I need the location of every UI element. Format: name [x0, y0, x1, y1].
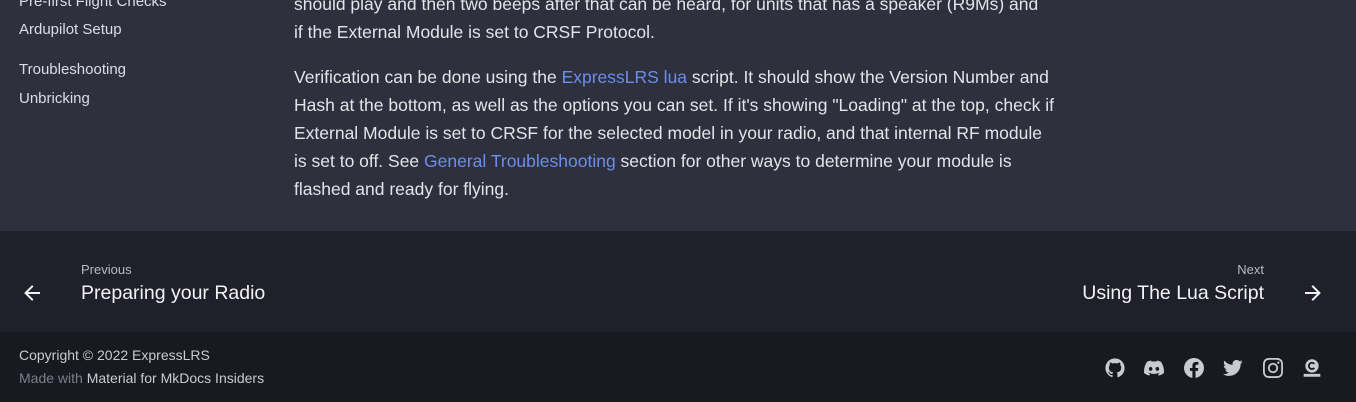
main-content-area: Pre-first Flight Checks Ardupilot Setup …: [0, 0, 1356, 231]
previous-label: Previous: [81, 262, 132, 277]
expresslrs-lua-link[interactable]: ExpressLRS lua: [562, 67, 687, 87]
github-icon[interactable]: [1105, 358, 1125, 378]
twitter-icon[interactable]: [1223, 358, 1243, 378]
paragraph: Verification can be done using the Expre…: [294, 63, 1054, 203]
mkdocs-material-link[interactable]: Material for MkDocs Insiders: [87, 370, 264, 386]
discord-icon[interactable]: [1144, 358, 1164, 378]
facebook-icon[interactable]: [1184, 358, 1204, 378]
previous-title: Preparing your Radio: [81, 282, 266, 304]
made-with-prefix: Made with: [19, 370, 87, 386]
instagram-icon[interactable]: [1263, 358, 1283, 378]
arrow-right-icon: [1305, 285, 1321, 301]
next-label: Next: [1237, 262, 1264, 277]
arrow-left-icon: [24, 285, 40, 301]
paragraph-text: if the External Module is set to CRSF Pr…: [294, 22, 655, 42]
made-with-text: Made with Material for MkDocs Insiders: [19, 370, 264, 386]
sidebar-item-pre-first-flight-checks[interactable]: Pre-first Flight Checks: [19, 0, 167, 10]
paragraph: should play and then two beeps after tha…: [294, 0, 1038, 46]
general-troubleshooting-link[interactable]: General Troubleshooting: [424, 151, 616, 171]
paragraph-text: Verification can be done using the: [294, 67, 562, 87]
sidebar-item-ardupilot-setup[interactable]: Ardupilot Setup: [19, 21, 122, 38]
paragraph-text: should play and then two beeps after tha…: [294, 0, 1039, 14]
sidebar-item-unbricking[interactable]: Unbricking: [19, 90, 90, 107]
next-title: Using The Lua Script: [1082, 282, 1264, 304]
sidebar-item-troubleshooting[interactable]: Troubleshooting: [19, 61, 126, 78]
copyright-text: Copyright © 2022 ExpressLRS: [19, 347, 210, 363]
opencollective-icon[interactable]: [1302, 358, 1322, 378]
